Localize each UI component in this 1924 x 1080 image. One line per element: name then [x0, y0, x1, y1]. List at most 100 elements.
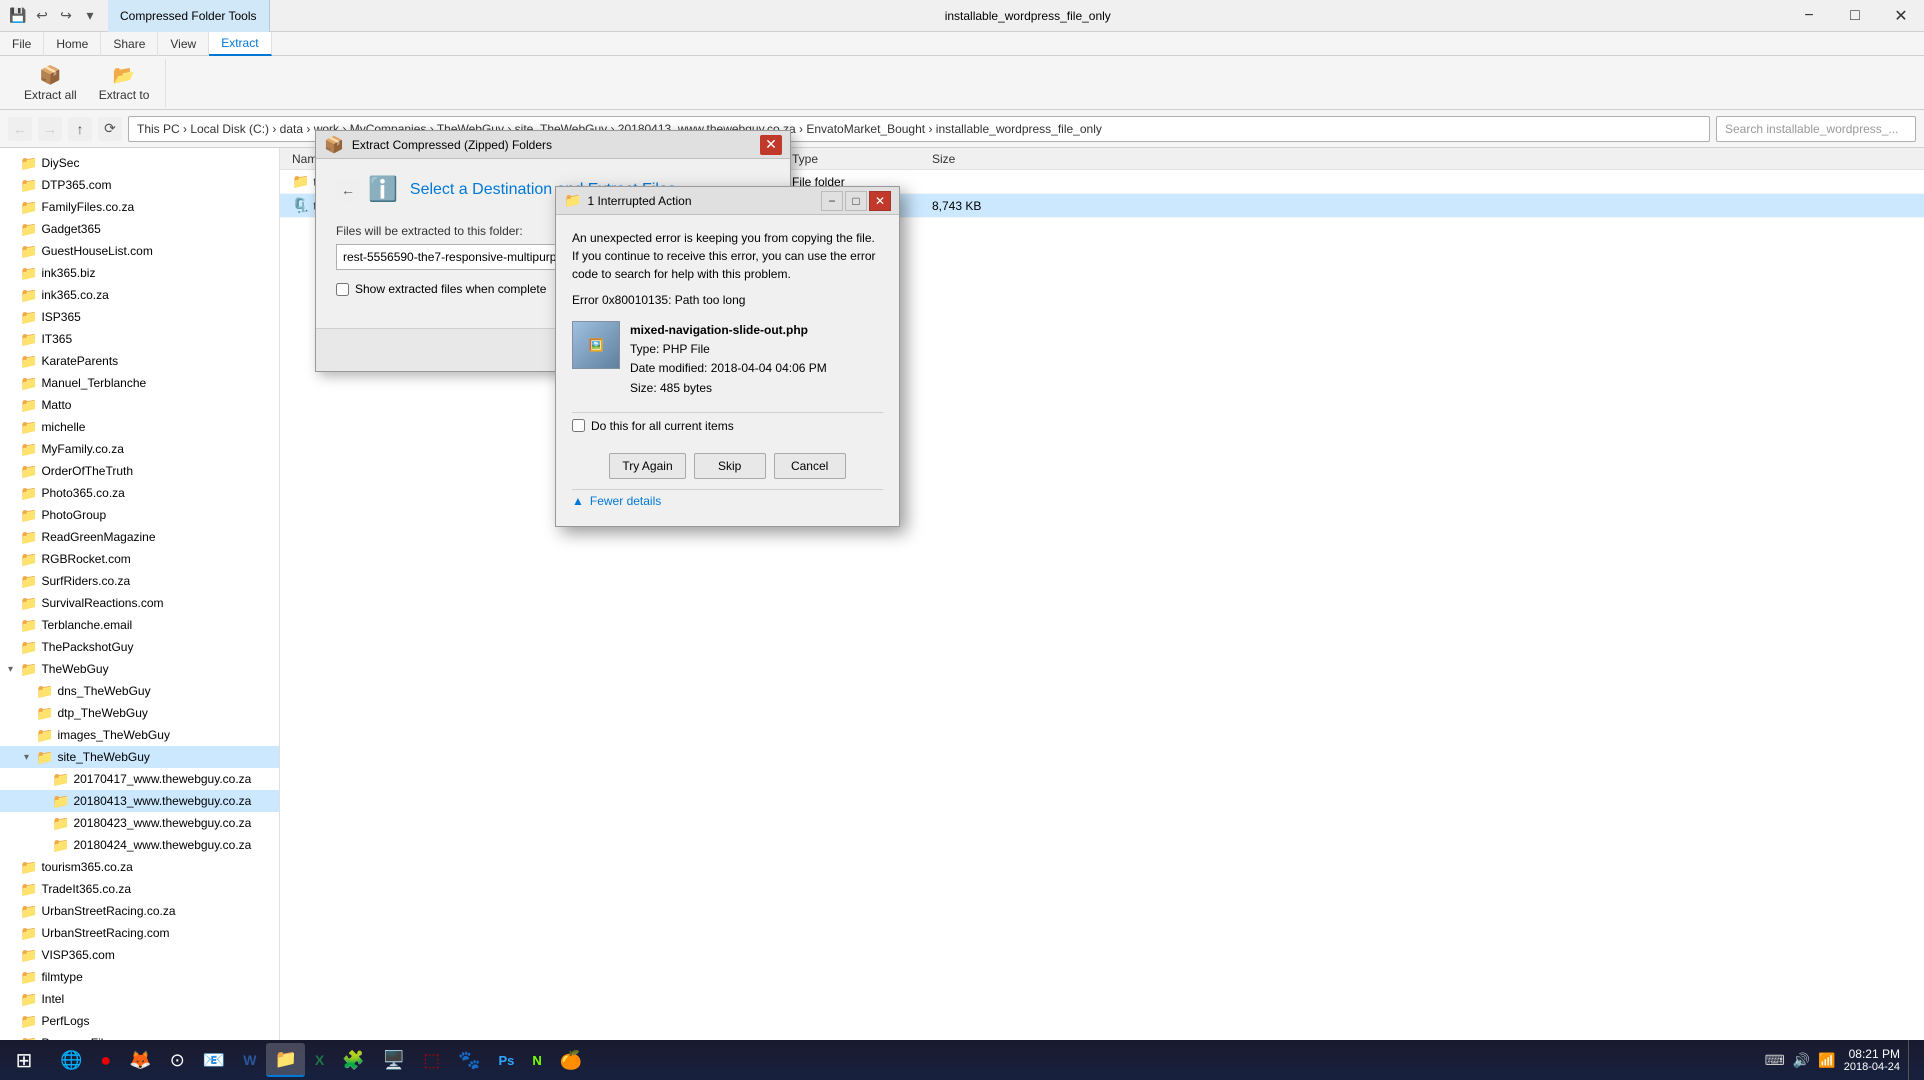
sidebar-item[interactable]: 📁 dns_TheWebGuy — [0, 680, 279, 702]
sidebar-item[interactable]: 📁 images_TheWebGuy — [0, 724, 279, 746]
up-button[interactable]: ↑ — [68, 117, 92, 141]
interrupted-dialog-all-items-checkbox[interactable] — [572, 419, 585, 432]
taskbar-notepad-icon[interactable]: N — [524, 1043, 549, 1077]
search-box[interactable]: Search installable_wordpress_... — [1716, 116, 1916, 142]
sidebar-item[interactable]: 📁 FamilyFiles.co.za — [0, 196, 279, 218]
forward-button[interactable]: → — [38, 117, 62, 141]
extract-dialog-show-files-checkbox[interactable] — [336, 283, 349, 296]
sidebar-item[interactable]: 📁 SurvivalReactions.com — [0, 592, 279, 614]
taskbar-mcafee-icon[interactable]: ● — [92, 1043, 119, 1077]
taskbar-outlook-icon[interactable]: 📧 — [195, 1043, 233, 1077]
qa-redo-btn[interactable]: ↪ — [56, 6, 76, 26]
col-size[interactable]: Size — [924, 152, 1024, 166]
refresh-button[interactable]: ⟳ — [98, 117, 122, 141]
sidebar-item[interactable]: 📁 TradeIt365.co.za — [0, 878, 279, 900]
taskbar-clock[interactable]: 08:21 PM 2018-04-24 — [1844, 1047, 1900, 1073]
sidebar-item-label: ReadGreenMagazine — [41, 530, 155, 544]
sidebar-item[interactable]: 📁 Manuel_Terblanche — [0, 372, 279, 394]
sidebar-item[interactable]: 📁 PerfLogs — [0, 1010, 279, 1032]
sidebar-item[interactable]: 📁 Intel — [0, 988, 279, 1010]
sidebar-item[interactable]: 📁 Gadget365 — [0, 218, 279, 240]
extract-all-button[interactable]: 📦 Extract all — [16, 61, 85, 106]
minimize-button[interactable]: − — [1786, 0, 1832, 32]
fewer-details-toggle[interactable]: ▲ Fewer details — [572, 489, 883, 512]
sidebar-item[interactable]: 📁 UrbanStreetRacing.com — [0, 922, 279, 944]
tab-file[interactable]: File — [0, 32, 44, 56]
taskbar-app5-icon[interactable]: 🧩 — [334, 1043, 372, 1077]
extract-to-button[interactable]: 📂 Extract to — [91, 61, 158, 106]
sidebar-item[interactable]: 📁 OrderOfTheTruth — [0, 460, 279, 482]
extract-dialog-title: Extract Compressed (Zipped) Folders — [352, 138, 760, 152]
sidebar-item[interactable]: 📁 DiySec — [0, 152, 279, 174]
extract-dialog-close-button[interactable]: ✕ — [760, 135, 782, 155]
sidebar-item[interactable]: ▾ 📁 site_TheWebGuy — [0, 746, 279, 768]
sidebar-item[interactable]: 📁 UrbanStreetRacing.co.za — [0, 900, 279, 922]
tray-icon-3[interactable]: 📶 — [1818, 1052, 1835, 1069]
sidebar-item[interactable]: 📁 tourism365.co.za — [0, 856, 279, 878]
sidebar-item[interactable]: 📁 IT365 — [0, 328, 279, 350]
close-button[interactable]: ✕ — [1878, 0, 1924, 32]
sidebar-folder-icon: 📁 — [36, 727, 53, 744]
taskbar-explorer-icon[interactable]: 📁 — [266, 1043, 304, 1077]
sidebar-item[interactable]: 📁 20180424_www.thewebguy.co.za — [0, 834, 279, 856]
sidebar-item[interactable]: 📁 20180413_www.thewebguy.co.za — [0, 790, 279, 812]
interrupted-cancel-button[interactable]: Cancel — [774, 453, 846, 479]
sidebar-item[interactable]: ▾ 📁 TheWebGuy — [0, 658, 279, 680]
maximize-button[interactable]: □ — [1832, 0, 1878, 32]
show-desktop-button[interactable] — [1908, 1040, 1916, 1080]
taskbar-ie-icon[interactable]: 🌐 — [52, 1043, 90, 1077]
ribbon-tabs: File Home Share View Extract — [0, 32, 1924, 56]
sidebar-item[interactable]: 📁 PhotoGroup — [0, 504, 279, 526]
interrupted-dialog-minimize-button[interactable]: − — [821, 191, 843, 211]
taskbar-gimp-icon[interactable]: 🐾 — [450, 1043, 488, 1077]
taskbar-filezilla-icon[interactable]: ⬚ — [415, 1043, 448, 1077]
interrupted-dialog-title-bar: 📁 1 Interrupted Action − □ ✕ — [556, 187, 899, 215]
taskbar-firefox-icon[interactable]: 🦊 — [121, 1043, 159, 1077]
sidebar-item[interactable]: 📁 VISP365.com — [0, 944, 279, 966]
qa-undo-btn[interactable]: ↩ — [32, 6, 52, 26]
sidebar-item[interactable]: 📁 filmtype — [0, 966, 279, 988]
taskbar-photoshop-icon[interactable]: Ps — [491, 1043, 523, 1077]
sidebar-item[interactable]: 📁 SurfRiders.co.za — [0, 570, 279, 592]
sidebar-item[interactable]: 📁 RGBRocket.com — [0, 548, 279, 570]
taskbar-orange-icon[interactable]: 🍊 — [552, 1043, 590, 1077]
extract-dialog-back-button[interactable]: ← — [336, 178, 360, 202]
sidebar-item[interactable]: 📁 dtp_TheWebGuy — [0, 702, 279, 724]
sidebar-item[interactable]: 📁 Matto — [0, 394, 279, 416]
sidebar-item[interactable]: 📁 20170417_www.thewebguy.co.za — [0, 768, 279, 790]
tab-home[interactable]: Home — [44, 32, 101, 56]
sidebar-item[interactable]: 📁 MyFamily.co.za — [0, 438, 279, 460]
sidebar-item[interactable]: 📁 DTP365.com — [0, 174, 279, 196]
tray-icon-2[interactable]: 🔊 — [1793, 1052, 1810, 1069]
sidebar-item[interactable]: 📁 Photo365.co.za — [0, 482, 279, 504]
back-button[interactable]: ← — [8, 117, 32, 141]
taskbar-monitor-icon[interactable]: 🖥️ — [375, 1043, 413, 1077]
skip-button[interactable]: Skip — [694, 453, 766, 479]
taskbar-word-icon[interactable]: W — [235, 1043, 264, 1077]
col-type[interactable]: Type — [784, 152, 924, 166]
qa-dropdown-btn[interactable]: ▾ — [80, 6, 100, 26]
taskbar-excel-icon[interactable]: X — [307, 1043, 332, 1077]
sidebar-item[interactable]: 📁 Program Files — [0, 1032, 279, 1040]
sidebar-item[interactable]: 📁 ink365.biz — [0, 262, 279, 284]
sidebar-item-label: tourism365.co.za — [41, 860, 132, 874]
taskbar-chrome-icon[interactable]: ⊙ — [162, 1043, 193, 1077]
try-again-button[interactable]: Try Again — [609, 453, 685, 479]
sidebar-item[interactable]: 📁 ink365.co.za — [0, 284, 279, 306]
tray-icon-1[interactable]: ⌨ — [1765, 1052, 1785, 1069]
interrupted-dialog-close-button[interactable]: ✕ — [869, 191, 891, 211]
sidebar-item[interactable]: 📁 michelle — [0, 416, 279, 438]
start-button[interactable]: ⊞ — [0, 1040, 48, 1080]
sidebar-item[interactable]: 📁 ReadGreenMagazine — [0, 526, 279, 548]
interrupted-dialog-restore-button[interactable]: □ — [845, 191, 867, 211]
qa-save-btn[interactable]: 💾 — [8, 6, 28, 26]
sidebar-item[interactable]: 📁 KarateParents — [0, 350, 279, 372]
tab-share[interactable]: Share — [101, 32, 158, 56]
tab-view[interactable]: View — [158, 32, 209, 56]
sidebar-item[interactable]: 📁 20180423_www.thewebguy.co.za — [0, 812, 279, 834]
sidebar-item[interactable]: 📁 Terblanche.email — [0, 614, 279, 636]
tab-extract[interactable]: Extract — [209, 32, 271, 56]
sidebar-item[interactable]: 📁 ThePackshotGuy — [0, 636, 279, 658]
sidebar-item[interactable]: 📁 GuestHouseList.com — [0, 240, 279, 262]
sidebar-item[interactable]: 📁 ISP365 — [0, 306, 279, 328]
